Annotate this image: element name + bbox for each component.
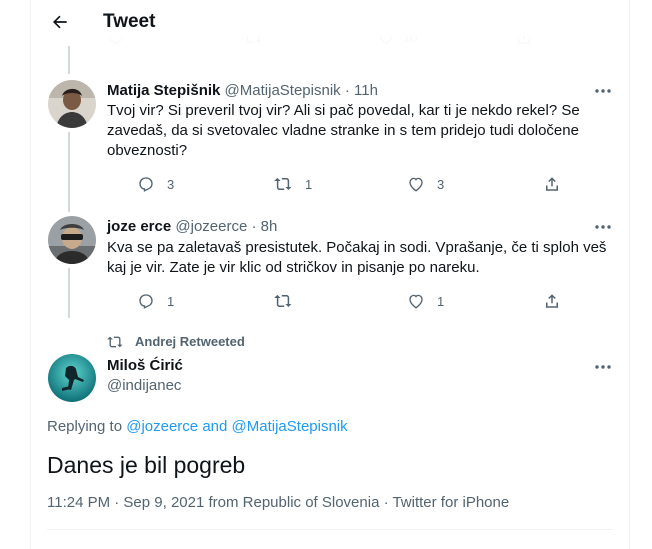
reply-action[interactable]: 1	[137, 292, 174, 310]
avatar-image	[48, 354, 96, 402]
tweet-text: Tvoj vir? Si preveril tvoj vir? Ali si p…	[107, 102, 580, 159]
retweeted-by-label[interactable]: Andrej Retweeted	[135, 334, 245, 349]
share-action[interactable]	[543, 175, 561, 193]
arrow-left-icon	[52, 15, 67, 29]
reply-count: 3	[167, 176, 175, 192]
tweet-timestamp[interactable]: 11:24 PM · Sep 9, 2021 from Republic of …	[47, 494, 509, 511]
mention-link[interactable]: @jozeerce	[126, 418, 198, 435]
page-title: Tweet	[103, 11, 156, 32]
reply-count: 1	[167, 293, 175, 309]
tweet-time[interactable]: 8h	[261, 218, 278, 235]
avatar[interactable]	[48, 354, 96, 402]
share-icon	[546, 177, 558, 191]
retweet-action[interactable]	[273, 292, 293, 310]
retweet-icon	[274, 294, 292, 307]
like-action[interactable]: 1	[407, 292, 444, 310]
tweet-text: Danes je bil pogreb	[47, 452, 246, 478]
thread-line	[68, 46, 70, 74]
replying-to: Replying to @jozeerce and @MatijaStepisn…	[47, 418, 348, 435]
thread-line	[68, 268, 70, 318]
like-count: 1	[437, 293, 445, 309]
avatar[interactable]	[48, 216, 96, 264]
user-handle[interactable]: @indijanec	[107, 377, 181, 394]
retweet-icon	[274, 177, 292, 190]
reply-icon	[139, 294, 153, 309]
avatar-image	[48, 80, 96, 128]
reply-icon	[139, 177, 153, 192]
heart-icon	[409, 177, 423, 192]
more-dots-icon	[595, 365, 611, 369]
heart-icon	[409, 294, 423, 309]
like-count: 3	[437, 176, 445, 192]
user-handle[interactable]: @jozeerce	[175, 218, 247, 235]
retweet-action[interactable]: 1	[273, 175, 312, 193]
replying-and[interactable]: and	[202, 418, 227, 435]
header: Tweet	[31, 0, 629, 46]
reply-action[interactable]: 3	[137, 175, 174, 193]
tweet-time[interactable]: 11h	[354, 82, 378, 99]
tweet-actions: 1 1	[107, 292, 577, 312]
tweet-header: Matija Stepišnik @MatijaStepisnik · 11h	[107, 82, 378, 99]
divider	[47, 529, 613, 530]
separator-dot: ·	[344, 82, 350, 99]
share-action[interactable]	[543, 292, 561, 310]
display-name[interactable]: joze erce	[107, 218, 171, 235]
avatar-image	[48, 216, 96, 264]
thread-line	[68, 132, 70, 212]
tweet-actions: 3 1 3	[107, 175, 577, 195]
like-action[interactable]: 3	[407, 175, 444, 193]
more-options-button[interactable]	[593, 217, 613, 237]
share-icon	[546, 294, 558, 308]
user-handle[interactable]: @MatijaStepisnik	[225, 82, 341, 99]
more-dots-icon	[595, 89, 611, 93]
tweet-text: Kva se pa zaletavaš presistutek. Počakaj…	[107, 239, 607, 276]
retweet-indicator-icon	[107, 334, 123, 355]
replying-prefix: Replying to	[47, 418, 123, 435]
more-options-button[interactable]	[593, 81, 613, 101]
separator-dot: ·	[251, 218, 257, 235]
more-options-button[interactable]	[593, 357, 613, 377]
back-button[interactable]	[45, 7, 75, 37]
display-name[interactable]: Miloš Ćirić	[107, 357, 183, 374]
display-name[interactable]: Matija Stepišnik	[107, 82, 220, 99]
mention-link[interactable]: @MatijaStepisnik	[232, 418, 348, 435]
retweet-count: 1	[305, 176, 313, 192]
tweet-header: joze erce @jozeerce · 8h	[107, 218, 277, 235]
avatar[interactable]	[48, 80, 96, 128]
timeline-column: Tweet 10 Mati	[30, 0, 630, 549]
more-dots-icon	[595, 225, 611, 229]
